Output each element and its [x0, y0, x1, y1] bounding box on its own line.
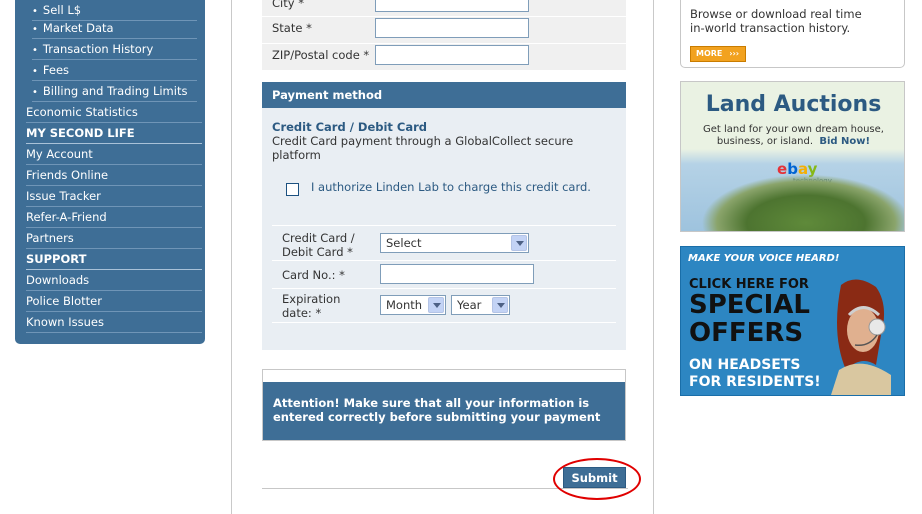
- voice-special-line-2: OFFERS: [689, 318, 804, 348]
- authorize-label: I authorize Linden Lab to charge this cr…: [311, 180, 591, 194]
- land-sub-line-2-text: business, or island.: [716, 136, 813, 147]
- credit-card-title: Credit Card / Debit Card: [272, 120, 428, 134]
- zip-row: ZIP/Postal code *: [262, 44, 626, 71]
- bid-now-text: Bid Now!: [819, 136, 871, 147]
- voice-on-headsets: ON HEADSETS FOR RESIDENTS!: [689, 357, 821, 391]
- card-type-selected: Select: [386, 236, 422, 250]
- sidebar-item-my-account[interactable]: My Account: [26, 144, 202, 165]
- land-sub-line-1: Get land for your own dream house,: [703, 124, 884, 135]
- card-type-label-2: Debit Card *: [282, 245, 353, 259]
- sidebar-item-police-blotter[interactable]: Police Blotter: [26, 291, 202, 312]
- state-row: State *: [262, 17, 626, 44]
- expiration-label-2: date: *: [282, 306, 322, 320]
- sidebar-heading-support: SUPPORT: [26, 249, 202, 270]
- sidebar-item-friends-online[interactable]: Friends Online: [26, 165, 202, 186]
- sidebar-item-label: Economic Statistics: [26, 105, 138, 119]
- sidebar-item-billing-limits[interactable]: Billing and Trading Limits: [32, 81, 197, 102]
- voice-on-line-2: FOR RESIDENTS!: [689, 374, 821, 390]
- sidebar-item-market-data[interactable]: Market Data: [32, 18, 197, 39]
- sidebar-item-label: Fees: [42, 63, 70, 77]
- land-auctions-title: Land Auctions: [705, 92, 882, 117]
- island-image: [701, 174, 904, 231]
- land-auctions-subtitle: Get land for your own dream house, busin…: [681, 124, 904, 148]
- voice-heading: MAKE YOUR VOICE HEARD!: [688, 253, 840, 264]
- sidebar-item-label: Downloads: [26, 273, 90, 287]
- sidebar-item-label: Friends Online: [26, 168, 109, 182]
- sidebar-item-known-issues[interactable]: Known Issues: [26, 312, 202, 333]
- credit-card-description: Credit Card payment through a GlobalColl…: [272, 134, 574, 162]
- zip-label: ZIP/Postal code *: [272, 48, 370, 62]
- sidebar-item-fees[interactable]: Fees: [32, 60, 197, 81]
- voice-special-offers: SPECIAL OFFERS: [689, 291, 810, 347]
- sidebar-item-transaction-history[interactable]: Transaction History: [32, 39, 197, 60]
- sidebar-item-label: My Account: [26, 147, 93, 161]
- promo-text: Browse or download real time in-world tr…: [690, 7, 900, 35]
- sidebar-item-label: Issue Tracker: [26, 189, 101, 203]
- attention-line-1: Attention! Make sure that all your infor…: [273, 396, 590, 410]
- card-number-input[interactable]: [380, 264, 534, 284]
- city-input[interactable]: [375, 0, 529, 12]
- sidebar-heading-my-second-life: MY SECOND LIFE: [26, 123, 202, 144]
- zip-input[interactable]: [375, 45, 529, 65]
- sidebar-item-label: Police Blotter: [26, 294, 102, 308]
- sidebar-item-label: Billing and Trading Limits: [42, 84, 188, 98]
- chevron-down-icon: [428, 297, 444, 313]
- highlight-circle: [553, 458, 641, 500]
- more-label: MORE: [696, 49, 723, 58]
- sidebar-item-issue-tracker[interactable]: Issue Tracker: [26, 186, 202, 207]
- arrow-right-icon: ›››: [729, 49, 740, 58]
- sidebar-item-partners[interactable]: Partners: [26, 228, 202, 249]
- sidebar-item-label: Sell L$: [42, 3, 82, 17]
- expiration-year-select[interactable]: Year: [451, 295, 510, 315]
- promo-line-1: Browse or download real time: [690, 7, 862, 21]
- state-input[interactable]: [375, 18, 529, 38]
- sidebar-heading-label: MY SECOND LIFE: [26, 126, 135, 140]
- promo-line-2: in-world transaction history.: [690, 21, 851, 35]
- voice-special-line-1: SPECIAL: [689, 290, 810, 320]
- more-button[interactable]: MORE ›››: [690, 46, 746, 62]
- authorize-checkbox[interactable]: [286, 183, 299, 196]
- sidebar-item-label: Transaction History: [42, 42, 154, 56]
- sidebar-item-downloads[interactable]: Downloads: [26, 270, 202, 291]
- month-selected: Month: [386, 298, 423, 312]
- chevron-down-icon: [511, 235, 527, 251]
- card-type-select[interactable]: Select: [380, 233, 529, 253]
- year-selected: Year: [457, 298, 482, 312]
- sidebar-item-label: Market Data: [42, 21, 114, 35]
- card-number-label: Card No.: *: [282, 268, 345, 282]
- expiration-month-select[interactable]: Month: [380, 295, 446, 315]
- sidebar-item-label: Partners: [26, 231, 74, 245]
- land-sub-line-2: business, or island. Bid Now!: [681, 136, 904, 148]
- sidebar-item-refer-a-friend[interactable]: Refer-A-Friend: [26, 207, 202, 228]
- voice-headset-banner[interactable]: MAKE YOUR VOICE HEARD! CLICK HERE FOR SP…: [680, 246, 905, 396]
- sidebar-item-label: Refer-A-Friend: [26, 210, 107, 224]
- state-label: State *: [272, 21, 312, 35]
- card-type-label-1: Credit Card /: [282, 231, 355, 245]
- avatar-headset-image: [831, 279, 891, 395]
- city-row: City *: [262, 0, 626, 17]
- expiration-label-1: Expiration: [282, 292, 341, 306]
- attention-line-2: entered correctly before submitting your…: [273, 410, 601, 424]
- chevron-down-icon: [492, 297, 508, 313]
- payment-method-header: Payment method: [262, 82, 626, 108]
- voice-on-line-1: ON HEADSETS: [689, 357, 801, 373]
- land-auctions-banner[interactable]: Land Auctions Get land for your own drea…: [680, 81, 905, 232]
- sidebar-item-label: Known Issues: [26, 315, 104, 329]
- city-label: City *: [272, 0, 304, 10]
- sidebar-item-economic-statistics[interactable]: Economic Statistics: [26, 102, 202, 123]
- attention-message: Attention! Make sure that all your infor…: [263, 382, 625, 440]
- sidebar-heading-label: SUPPORT: [26, 252, 87, 266]
